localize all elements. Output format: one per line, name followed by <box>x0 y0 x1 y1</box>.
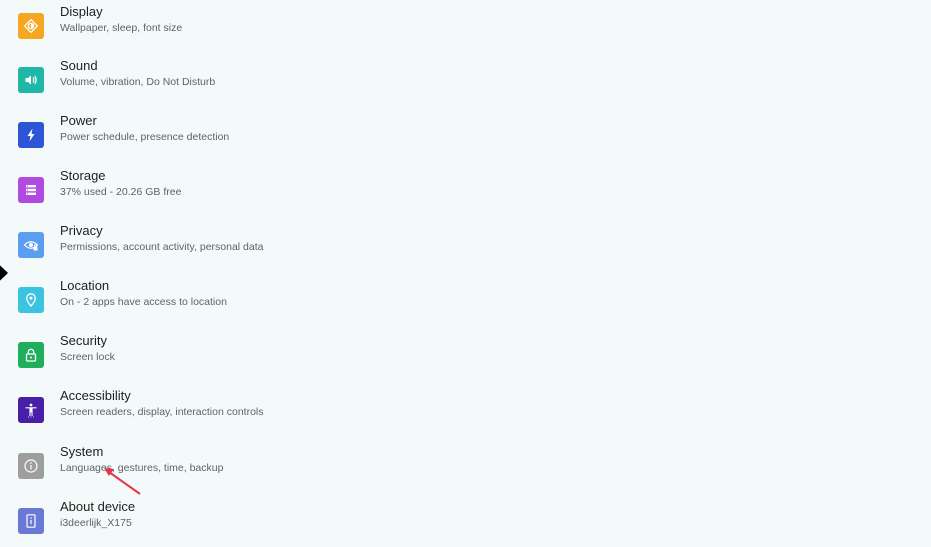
settings-item-accessibility[interactable]: Accessibility Screen readers, display, i… <box>0 384 931 436</box>
settings-item-title: Privacy <box>60 223 103 238</box>
settings-item-subtitle: i3deerlijk_X175 <box>60 517 132 529</box>
settings-item-system[interactable]: System Languages, gestures, time, backup <box>0 440 931 492</box>
settings-item-subtitle: On - 2 apps have access to location <box>60 296 227 308</box>
bolt-icon <box>18 122 44 148</box>
settings-item-sound[interactable]: Sound Volume, vibration, Do Not Disturb <box>0 54 931 106</box>
settings-item-subtitle: Screen readers, display, interaction con… <box>60 406 264 418</box>
settings-item-display[interactable]: Display Wallpaper, sleep, font size <box>0 0 931 52</box>
accessibility-icon <box>18 397 44 423</box>
settings-item-location[interactable]: Location On - 2 apps have access to loca… <box>0 274 931 326</box>
settings-item-subtitle: Permissions, account activity, personal … <box>60 241 264 253</box>
settings-item-privacy[interactable]: Privacy Permissions, account activity, p… <box>0 219 931 271</box>
settings-item-power[interactable]: Power Power schedule, presence detection <box>0 109 931 161</box>
settings-item-title: Sound <box>60 58 98 73</box>
device-icon <box>18 508 44 534</box>
settings-item-title: Power <box>60 113 97 128</box>
location-pin-icon <box>18 287 44 313</box>
settings-item-title: Location <box>60 278 110 293</box>
volume-icon <box>18 67 44 93</box>
settings-item-about[interactable]: About device i3deerlijk_X175 <box>0 495 931 547</box>
settings-item-title: Storage <box>60 168 106 183</box>
settings-item-subtitle: 37% used - 20.26 GB free <box>60 186 182 198</box>
settings-item-title: Security <box>60 333 107 348</box>
settings-item-subtitle: Languages, gestures, time, backup <box>60 462 224 474</box>
settings-item-title: System <box>60 444 104 459</box>
storage-icon <box>18 177 44 203</box>
settings-item-security[interactable]: Security Screen lock <box>0 329 931 381</box>
settings-item-storage[interactable]: Storage 37% used - 20.26 GB free <box>0 164 931 216</box>
settings-item-subtitle: Volume, vibration, Do Not Disturb <box>60 76 216 88</box>
settings-item-title: Accessibility <box>60 388 131 403</box>
privacy-eye-icon <box>18 232 44 258</box>
settings-item-subtitle: Wallpaper, sleep, font size <box>60 22 183 34</box>
settings-item-subtitle: Power schedule, presence detection <box>60 131 230 143</box>
settings-item-subtitle: Screen lock <box>60 351 115 363</box>
side-panel-handle[interactable] <box>0 252 16 294</box>
brightness-icon <box>18 13 44 39</box>
settings-item-title: Display <box>60 4 103 19</box>
lock-icon <box>18 342 44 368</box>
info-icon <box>18 453 44 479</box>
settings-item-title: About device <box>60 499 136 514</box>
